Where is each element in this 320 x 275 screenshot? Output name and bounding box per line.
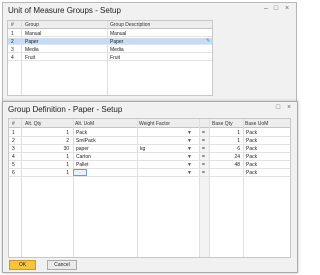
table-row-selected[interactable]: 2 Paper Paper ✎ bbox=[8, 38, 212, 45]
equals-cell: = bbox=[202, 154, 205, 160]
close-icon[interactable]: × bbox=[285, 104, 293, 112]
group-cell[interactable]: Manual bbox=[25, 31, 41, 37]
col-header-num: # bbox=[12, 121, 15, 127]
group-definition-grid: # Alt. Qty Alt. UoM Weight Factor Base Q… bbox=[8, 118, 291, 258]
title-bar[interactable]: Unit of Measure Groups - Setup – □ × bbox=[3, 3, 296, 17]
row-number: 4 bbox=[11, 55, 14, 61]
alt-uom-cell[interactable]: SmlPack bbox=[76, 138, 96, 144]
table-row[interactable]: 2 2 SmlPack ▼ = 1 Pack bbox=[9, 137, 290, 145]
base-qty-cell[interactable]: 6 bbox=[211, 146, 240, 152]
close-icon[interactable]: × bbox=[283, 5, 291, 13]
row-number: 2 bbox=[12, 138, 15, 144]
col-header-base-uom[interactable]: Base UoM bbox=[245, 121, 268, 127]
table-row[interactable]: 4 Fruit Fruit bbox=[8, 54, 212, 61]
dropdown-arrow-icon[interactable]: ▼ bbox=[187, 162, 192, 168]
grid-header: # Group Group Description bbox=[8, 21, 212, 29]
maximize-icon[interactable]: □ bbox=[274, 104, 282, 112]
alt-uom-cell[interactable]: Pallet bbox=[76, 162, 89, 168]
equals-cell: = bbox=[202, 170, 205, 176]
table-row[interactable]: 5 1 Pallet ▼ = 48 Pack bbox=[9, 161, 290, 169]
pencil-icon[interactable]: ✎ bbox=[206, 39, 211, 44]
table-row-editing[interactable]: 6 1 ▼ = Pack bbox=[9, 169, 290, 177]
title-bar[interactable]: Group Definition - Paper - Setup □ × bbox=[3, 102, 297, 116]
alt-qty-cell[interactable]: 30 bbox=[23, 146, 69, 152]
dropdown-arrow-icon[interactable]: ▼ bbox=[187, 130, 192, 136]
grid-header: # Alt. Qty Alt. UoM Weight Factor Base Q… bbox=[9, 119, 290, 128]
minimize-icon[interactable]: – bbox=[262, 5, 270, 13]
row-number: 1 bbox=[11, 31, 14, 37]
alt-qty-cell[interactable]: 1 bbox=[23, 154, 69, 160]
description-cell[interactable]: Fruit bbox=[110, 55, 120, 61]
alt-qty-cell[interactable]: 2 bbox=[23, 138, 69, 144]
alt-uom-cell[interactable]: paper bbox=[76, 146, 89, 152]
col-header-alt-uom[interactable]: Alt. UoM bbox=[75, 121, 94, 127]
description-cell[interactable]: Paper bbox=[110, 39, 123, 45]
equals-cell: = bbox=[202, 130, 205, 136]
base-qty-cell[interactable]: 1 bbox=[211, 138, 240, 144]
alt-qty-cell[interactable]: 1 bbox=[23, 170, 69, 176]
table-row[interactable]: 1 Manual Manual bbox=[8, 30, 212, 37]
equals-cell: = bbox=[202, 146, 205, 152]
group-cell[interactable]: Fruit bbox=[25, 55, 35, 61]
row-number: 4 bbox=[12, 154, 15, 160]
base-uom-cell[interactable]: Pack bbox=[246, 138, 257, 144]
col-header-weight-factor[interactable]: Weight Factor bbox=[139, 121, 170, 127]
table-row[interactable]: 3 Media Media bbox=[8, 46, 212, 53]
group-cell[interactable]: Paper bbox=[25, 39, 38, 45]
base-uom-cell[interactable]: Pack bbox=[246, 146, 257, 152]
dropdown-arrow-icon[interactable]: ▼ bbox=[187, 146, 192, 152]
group-cell[interactable]: Media bbox=[25, 47, 39, 53]
base-uom-cell[interactable]: Pack bbox=[246, 154, 257, 160]
table-row[interactable]: 3 30 paper kg ▼ = 6 Pack bbox=[9, 145, 290, 153]
window-title: Group Definition - Paper - Setup bbox=[8, 105, 123, 114]
base-qty-cell[interactable]: 24 bbox=[211, 154, 240, 160]
base-uom-cell[interactable]: Pack bbox=[246, 170, 257, 176]
col-header-base-qty[interactable]: Base Qty bbox=[212, 121, 233, 127]
col-header-group[interactable]: Group bbox=[25, 22, 39, 28]
uom-groups-window: Unit of Measure Groups - Setup – □ × # G… bbox=[2, 2, 297, 102]
description-cell[interactable]: Media bbox=[110, 47, 124, 53]
row-number: 3 bbox=[11, 47, 14, 53]
equals-cell: = bbox=[202, 138, 205, 144]
alt-qty-cell[interactable]: 1 bbox=[23, 130, 69, 136]
equals-cell: = bbox=[202, 162, 205, 168]
base-uom-cell[interactable]: Pack bbox=[246, 130, 257, 136]
group-definition-window: Group Definition - Paper - Setup □ × # A… bbox=[2, 101, 298, 273]
dropdown-arrow-icon[interactable]: ▼ bbox=[187, 138, 192, 144]
alt-qty-cell[interactable]: 1 bbox=[23, 162, 69, 168]
cancel-button[interactable]: Cancel bbox=[47, 260, 77, 270]
dropdown-arrow-icon[interactable]: ▼ bbox=[187, 154, 192, 160]
row-number: 2 bbox=[11, 39, 14, 45]
row-number: 5 bbox=[12, 162, 15, 168]
weight-factor-cell[interactable]: kg bbox=[140, 146, 145, 152]
ok-button[interactable]: OK bbox=[9, 260, 36, 270]
maximize-icon[interactable]: □ bbox=[272, 5, 280, 13]
col-header-alt-qty[interactable]: Alt. Qty bbox=[25, 121, 41, 127]
row-number: 6 bbox=[12, 170, 15, 176]
uom-groups-grid: # Group Group Description 1 Manual Manua… bbox=[7, 20, 213, 96]
alt-uom-cell[interactable]: Carton bbox=[76, 154, 91, 160]
base-qty-cell[interactable]: 48 bbox=[211, 162, 240, 168]
dropdown-arrow-icon[interactable]: ▼ bbox=[187, 170, 192, 176]
col-header-description[interactable]: Group Description bbox=[110, 22, 150, 28]
table-row[interactable]: 4 1 Carton ▼ = 24 Pack bbox=[9, 153, 290, 161]
alt-uom-edit-field[interactable] bbox=[73, 169, 87, 176]
description-cell[interactable]: Manual bbox=[110, 31, 126, 37]
window-title: Unit of Measure Groups - Setup bbox=[8, 6, 121, 15]
base-uom-cell[interactable]: Pack bbox=[246, 162, 257, 168]
alt-uom-cell[interactable]: Pack bbox=[76, 130, 87, 136]
row-number: 3 bbox=[12, 146, 15, 152]
col-header-num: # bbox=[11, 22, 14, 28]
row-number: 1 bbox=[12, 130, 15, 136]
table-row[interactable]: 1 1 Pack ▼ = 1 Pack bbox=[9, 129, 290, 137]
base-qty-cell[interactable]: 1 bbox=[211, 130, 240, 136]
